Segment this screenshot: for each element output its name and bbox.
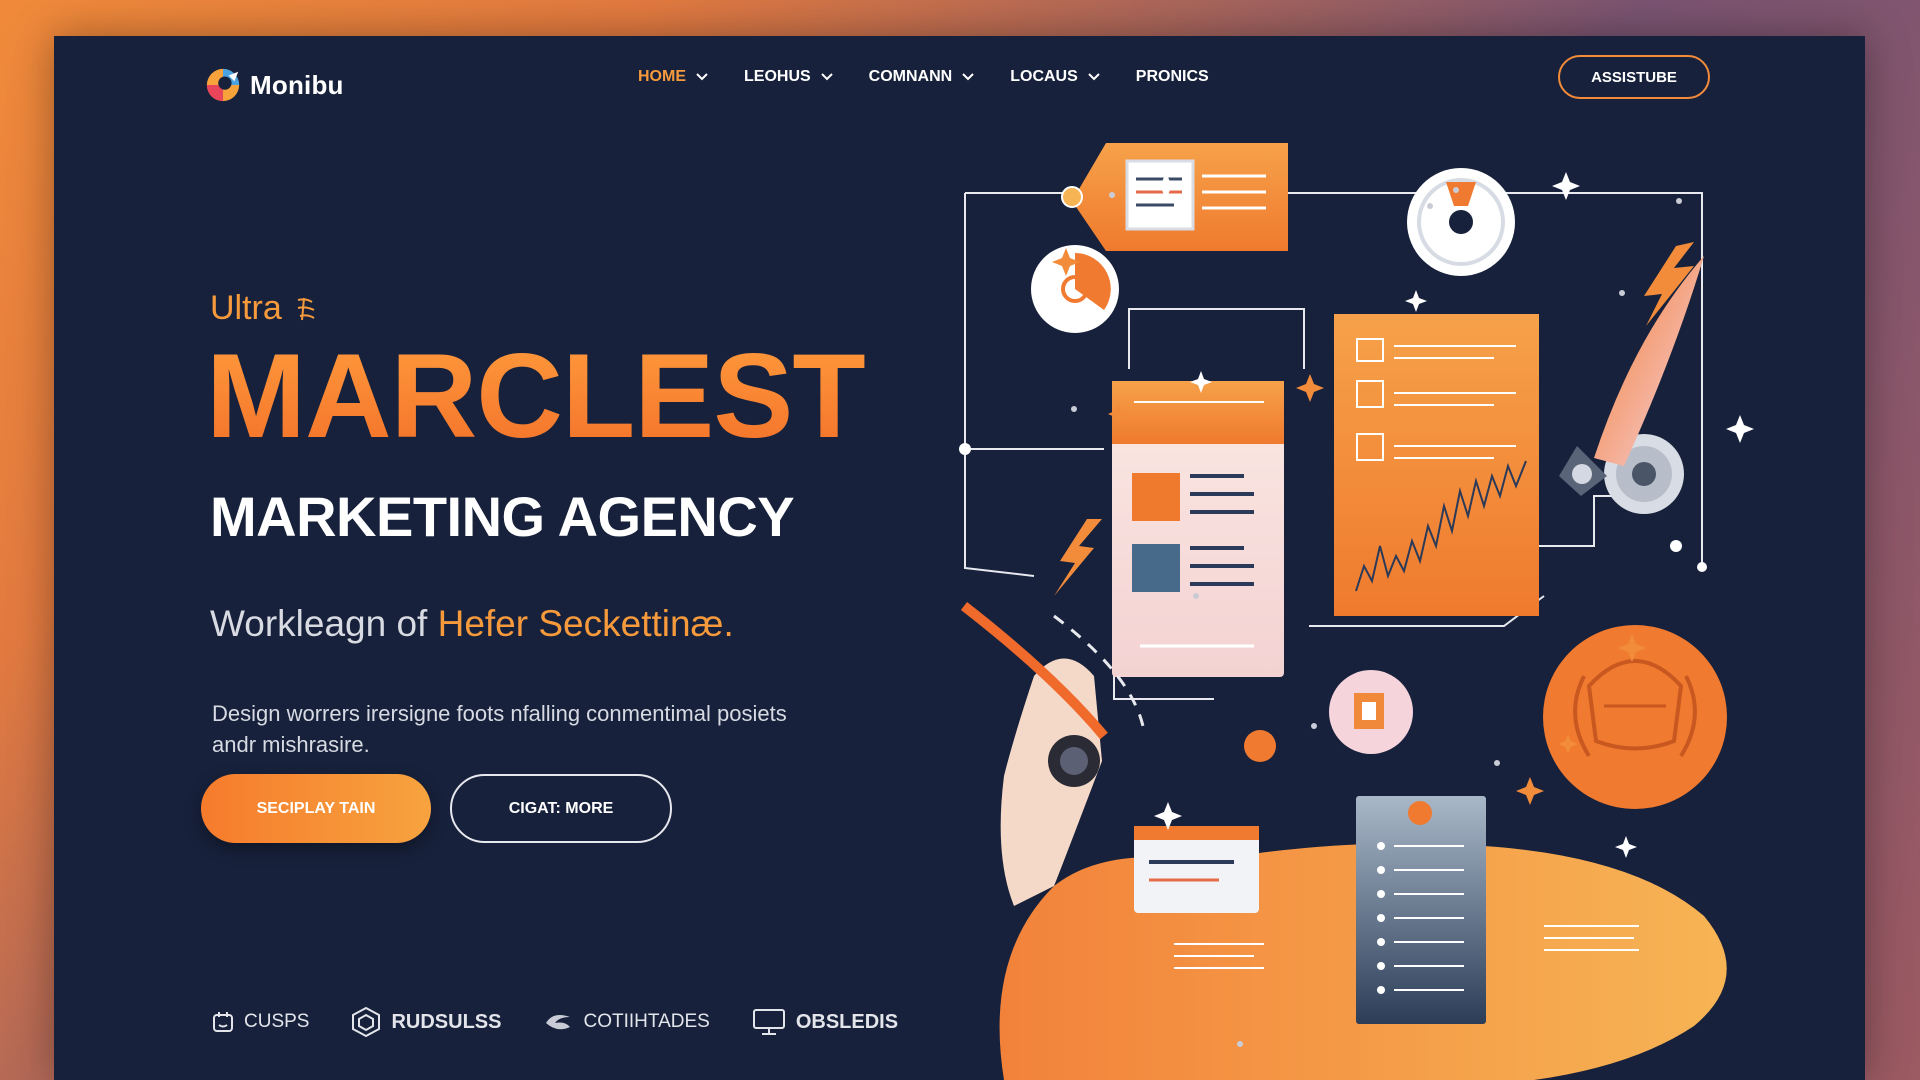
lightning-icon bbox=[1054, 519, 1102, 596]
document-badge-icon bbox=[1329, 670, 1413, 754]
checklist-card bbox=[1356, 796, 1486, 1024]
hero-illustration bbox=[959, 143, 1754, 1080]
pie-chart-icon-left bbox=[1031, 245, 1119, 333]
chart-card-right bbox=[1334, 314, 1539, 616]
sun-icon bbox=[1244, 730, 1276, 762]
page-frame: Monibu HOME LEOHUS COMNANN LOCAUS PRONIC… bbox=[54, 36, 1865, 1080]
document-tag-card bbox=[1061, 143, 1288, 251]
hand-holding-pen bbox=[960, 602, 1108, 906]
target-chart-icon-top bbox=[1407, 168, 1515, 276]
small-document-card bbox=[1134, 826, 1259, 913]
content-card-left bbox=[1112, 381, 1284, 677]
